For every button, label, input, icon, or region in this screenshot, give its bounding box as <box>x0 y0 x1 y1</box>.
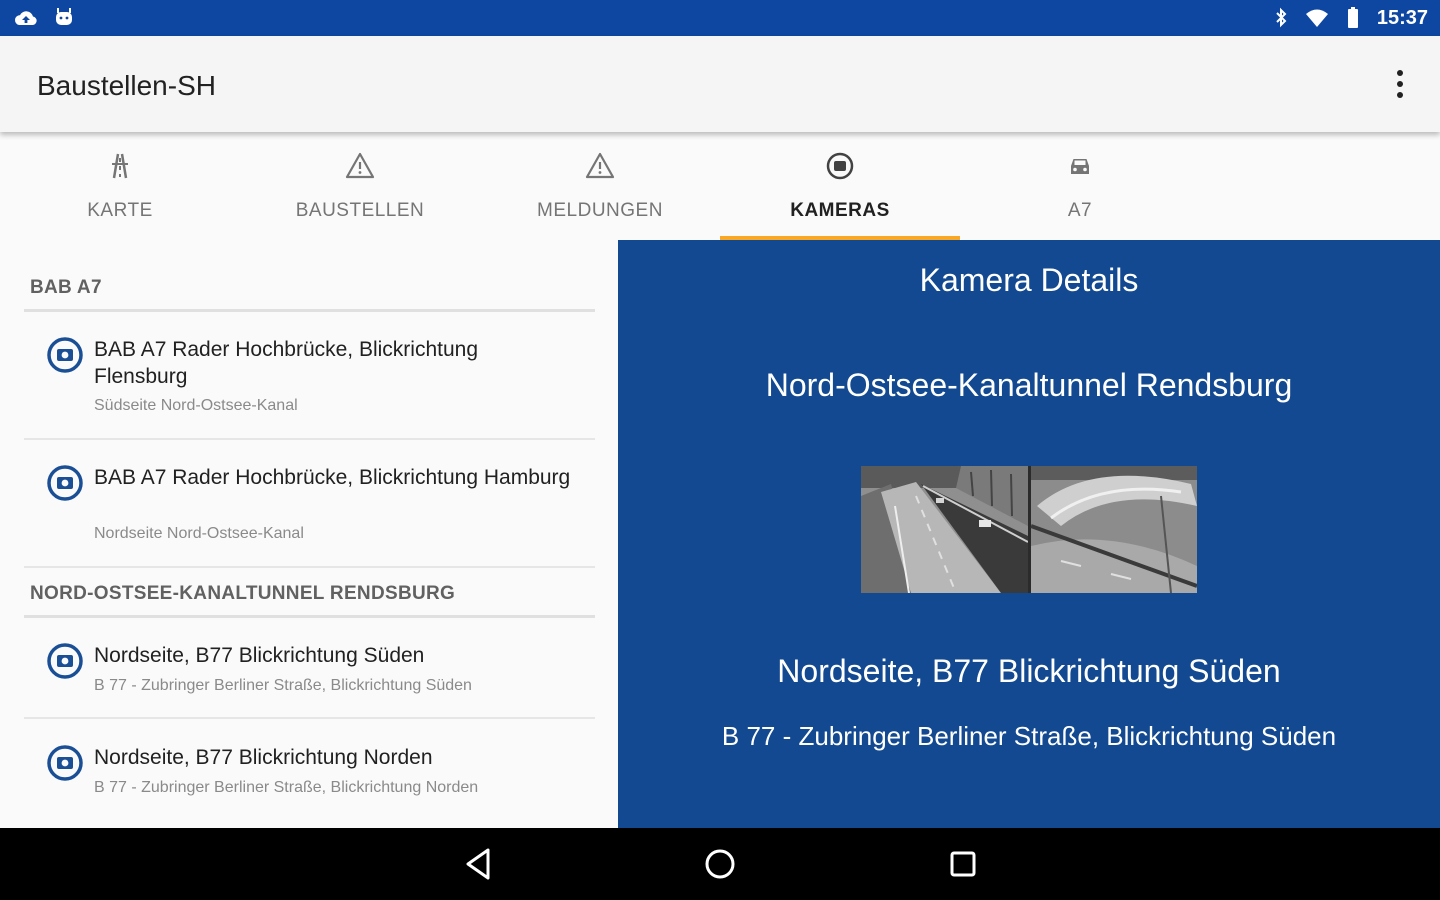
list-item-subtitle: B 77 - Zubringer Berliner Straße, Blickr… <box>94 677 472 694</box>
status-time: 15:37 <box>1376 7 1428 29</box>
list-item-subtitle: Nordseite Nord-Ostsee-Kanal <box>94 525 304 542</box>
status-bar: 15:37 <box>0 0 1440 36</box>
road-icon <box>112 153 128 179</box>
list-item-title: Nordseite, B77 Blickrichtung Norden <box>94 746 433 769</box>
list-item[interactable]: Nordseite, B77 Blickrichtung Norden B 77… <box>24 744 595 820</box>
tab-baustellen[interactable]: BAUSTELLEN <box>240 132 480 240</box>
battery-icon <box>1347 7 1358 28</box>
tab-bar: KARTE BAUSTELLEN MELDUNGEN KAMERAS A7 <box>0 132 1440 240</box>
list-item[interactable]: BAB A7 Rader Hochbrücke, Blickrichtung H… <box>24 464 595 568</box>
bluetooth-icon <box>1276 7 1287 28</box>
list-item[interactable]: BAB A7 Rader Hochbrücke, Blickrichtung F… <box>24 336 595 440</box>
android-icon <box>56 8 72 25</box>
tab-meldungen[interactable]: MELDUNGEN <box>480 132 720 240</box>
tab-kameras[interactable]: KAMERAS <box>720 132 960 240</box>
section-divider <box>24 309 595 312</box>
camera-icon <box>47 643 83 679</box>
tab-label: A7 <box>1067 200 1093 221</box>
list-item-title: Nordseite, B77 Blickrichtung Süden <box>94 644 425 667</box>
app-bar: Baustellen-SH <box>0 36 1440 132</box>
tab-a7[interactable]: A7 <box>960 132 1200 240</box>
car-icon <box>1071 159 1089 174</box>
wifi-icon <box>1305 9 1328 27</box>
warning-triangle-icon <box>585 152 615 179</box>
camera-icon <box>826 152 854 180</box>
detail-camera-name: Nordseite, B77 Blickrichtung Süden <box>777 653 1281 689</box>
tab-label: BAUSTELLEN <box>295 200 425 221</box>
detail-heading: Kamera Details <box>919 262 1139 298</box>
list-item-subtitle: B 77 - Zubringer Berliner Straße, Blickr… <box>94 779 479 796</box>
camera-image[interactable] <box>861 466 1197 593</box>
camera-icon <box>47 745 83 781</box>
tab-karte[interactable]: KARTE <box>0 132 240 240</box>
tab-label: KARTE <box>87 200 153 221</box>
warning-triangle-icon <box>345 152 375 179</box>
tab-label: MELDUNGEN <box>537 200 663 221</box>
item-divider <box>24 438 595 440</box>
list-item-title: BAB A7 Rader Hochbrücke, Blickrichtung F… <box>94 338 479 388</box>
section-divider <box>24 615 595 618</box>
home-icon[interactable] <box>698 842 742 886</box>
navigation-bar <box>0 828 1440 900</box>
camera-icon <box>47 465 83 501</box>
back-icon[interactable] <box>456 842 500 886</box>
list-item[interactable]: Nordseite, B77 Blickrichtung Süden B 77 … <box>24 642 595 718</box>
tab-label: KAMERAS <box>790 200 890 221</box>
item-divider <box>24 717 595 719</box>
recents-icon[interactable] <box>941 842 985 886</box>
camera-icon <box>47 337 83 373</box>
list-item-subtitle: Südseite Nord-Ostsee-Kanal <box>94 397 298 414</box>
camera-detail-panel: Kamera Details Nord-Ostsee-Kanaltunnel R… <box>618 240 1440 828</box>
item-divider <box>24 566 595 568</box>
cloud-upload-icon <box>14 11 37 25</box>
more-vert-icon[interactable] <box>1388 66 1412 102</box>
section-header: NORD-OSTSEE-KANALTUNNEL RENDSBURG <box>30 583 456 604</box>
camera-list: BAB A7 BAB A7 Rader Hochbrücke, Blickric… <box>0 240 618 828</box>
section-header: BAB A7 <box>30 277 102 298</box>
app-title: Baustellen-SH <box>37 70 216 101</box>
detail-location: Nord-Ostsee-Kanaltunnel Rendsburg <box>765 367 1293 403</box>
detail-camera-description: B 77 - Zubringer Berliner Straße, Blickr… <box>721 721 1337 751</box>
list-item-title: BAB A7 Rader Hochbrücke, Blickrichtung H… <box>94 466 571 489</box>
